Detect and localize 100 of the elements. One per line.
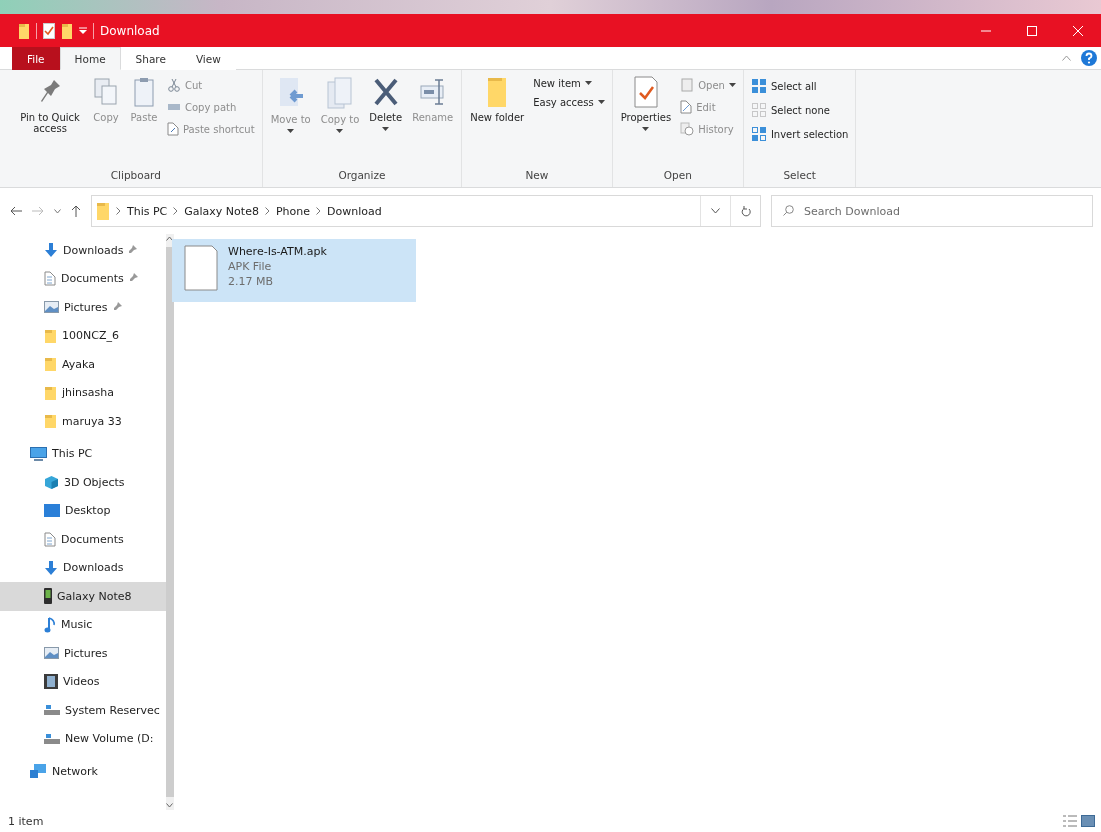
checkmark-icon[interactable]: [43, 22, 55, 39]
details-view-icon: [1063, 815, 1077, 827]
forward-button[interactable]: [32, 206, 44, 216]
nav-pane-item[interactable]: Documents: [0, 264, 166, 293]
recent-locations-button[interactable]: [54, 208, 61, 214]
picture-icon: [44, 647, 59, 660]
file-tab[interactable]: File: [12, 47, 60, 70]
folder-icon: [44, 384, 57, 401]
cube-icon: [44, 474, 59, 490]
ribbon-button[interactable]: New item: [530, 76, 608, 91]
select-none-icon: [750, 102, 767, 118]
chevron-down-icon: [166, 803, 174, 808]
nav-pane-item[interactable]: Pictures: [0, 293, 166, 322]
details-view-button[interactable]: [1063, 815, 1077, 827]
breadcrumb[interactable]: Galaxy Note8: [184, 204, 259, 218]
close-icon: [1073, 25, 1083, 36]
nav-pane-item[interactable]: New Volume (D:: [0, 724, 166, 753]
back-arrow-icon: [10, 206, 22, 216]
ribbon-tab[interactable]: Home: [59, 47, 121, 70]
help-button[interactable]: [1081, 50, 1097, 66]
ribbon-button[interactable]: Invert selection: [747, 124, 852, 144]
group-label: Clipboard: [109, 168, 162, 183]
chevron-down-icon: [711, 208, 720, 214]
music-note-icon: [44, 616, 56, 633]
edit-icon: [680, 100, 693, 114]
phone-icon: [44, 588, 52, 605]
group-label: New: [524, 168, 550, 183]
picture-icon: [44, 301, 59, 314]
dropdown-icon[interactable]: [79, 26, 87, 35]
chevron-right-icon: [264, 207, 270, 215]
folder-icon: [44, 327, 57, 344]
copy-icon: [92, 76, 120, 108]
nav-pane-item[interactable]: 100NCZ_6: [0, 321, 166, 350]
folder-icon: [18, 21, 30, 40]
back-button[interactable]: [10, 206, 22, 216]
search-field[interactable]: Search Download: [771, 195, 1093, 227]
breadcrumb[interactable]: Phone: [275, 204, 310, 218]
caret-icon: [642, 127, 650, 132]
nav-pane-item[interactable]: Network: [0, 757, 166, 786]
address-bar[interactable]: This PC Galaxy Note8 Phone Download: [91, 195, 761, 227]
properties-icon: [633, 76, 658, 108]
chevron-down-icon: [54, 208, 61, 214]
desktop-icon: [44, 504, 60, 518]
nav-pane-item[interactable]: Downloads: [0, 553, 166, 582]
ribbon-button[interactable]: New folder: [466, 74, 529, 125]
computer-icon: [30, 446, 47, 461]
breadcrumb[interactable]: Download: [327, 204, 382, 218]
help-icon: [1081, 50, 1097, 66]
caret-icon: [728, 82, 736, 88]
scissors-icon: [167, 78, 181, 92]
breadcrumb[interactable]: This PC: [127, 204, 168, 218]
chevron-up-icon: [166, 236, 174, 241]
film-icon: [44, 674, 58, 690]
folder-icon: [61, 21, 73, 40]
nav-pane-item[interactable]: Documents: [0, 525, 166, 554]
drive-icon: [44, 732, 60, 745]
maximize-icon: [1027, 25, 1037, 36]
invert-selection-icon: [750, 126, 767, 142]
nav-pane-item[interactable]: Pictures: [0, 639, 166, 668]
forward-arrow-icon: [32, 206, 44, 216]
network-icon: [30, 763, 47, 779]
rename-icon: [418, 76, 447, 108]
ribbon-button[interactable]: Pin to Quick access: [14, 74, 86, 136]
ribbon-button[interactable]: Properties: [616, 74, 676, 134]
ribbon-button[interactable]: Select all: [747, 76, 852, 96]
tiles-view-button[interactable]: [1081, 815, 1095, 827]
drive-icon: [44, 704, 60, 717]
nav-pane-item[interactable]: Ayaka: [0, 350, 166, 379]
folder-icon: [487, 76, 508, 108]
caret-icon: [382, 127, 390, 132]
refresh-icon: [740, 205, 751, 217]
up-arrow-icon: [71, 205, 81, 217]
folder-icon: [44, 413, 57, 430]
ribbon-button[interactable]: Easy access: [530, 95, 608, 110]
ribbon-button[interactable]: Select none: [747, 100, 852, 120]
copy-to-icon: [326, 76, 354, 110]
search-icon: [783, 205, 794, 216]
history-icon: [680, 122, 695, 136]
file-tile[interactable]: Where-Is-ATM.apk APK File 2.17 MB: [172, 239, 416, 302]
collapse-ribbon-button[interactable]: [1062, 55, 1071, 61]
nav-pane-item[interactable]: Desktop: [0, 496, 166, 525]
nav-pane-item[interactable]: This PC: [0, 439, 166, 468]
caret-icon: [597, 100, 605, 105]
nav-pane-item[interactable]: 3D Objects: [0, 468, 166, 497]
nav-pane-item[interactable]: Galaxy Note8: [0, 582, 166, 611]
caret-icon: [584, 81, 592, 86]
download-icon: [44, 242, 58, 259]
up-button[interactable]: [71, 205, 81, 217]
nav-pane-item[interactable]: Videos: [0, 667, 166, 696]
chevron-right-icon: [173, 207, 179, 215]
document-icon: [44, 271, 56, 287]
nav-pane-item[interactable]: maruya 33: [0, 407, 166, 436]
ribbon-button[interactable]: Delete: [365, 74, 407, 134]
nav-pane-item[interactable]: System Reservec: [0, 696, 166, 725]
download-icon: [44, 559, 58, 576]
pin-icon: [128, 244, 138, 254]
nav-pane-item[interactable]: jhinsasha: [0, 378, 166, 407]
pin-icon: [112, 301, 122, 311]
nav-pane-item[interactable]: Downloads: [0, 236, 166, 265]
nav-pane-item[interactable]: Music: [0, 610, 166, 639]
